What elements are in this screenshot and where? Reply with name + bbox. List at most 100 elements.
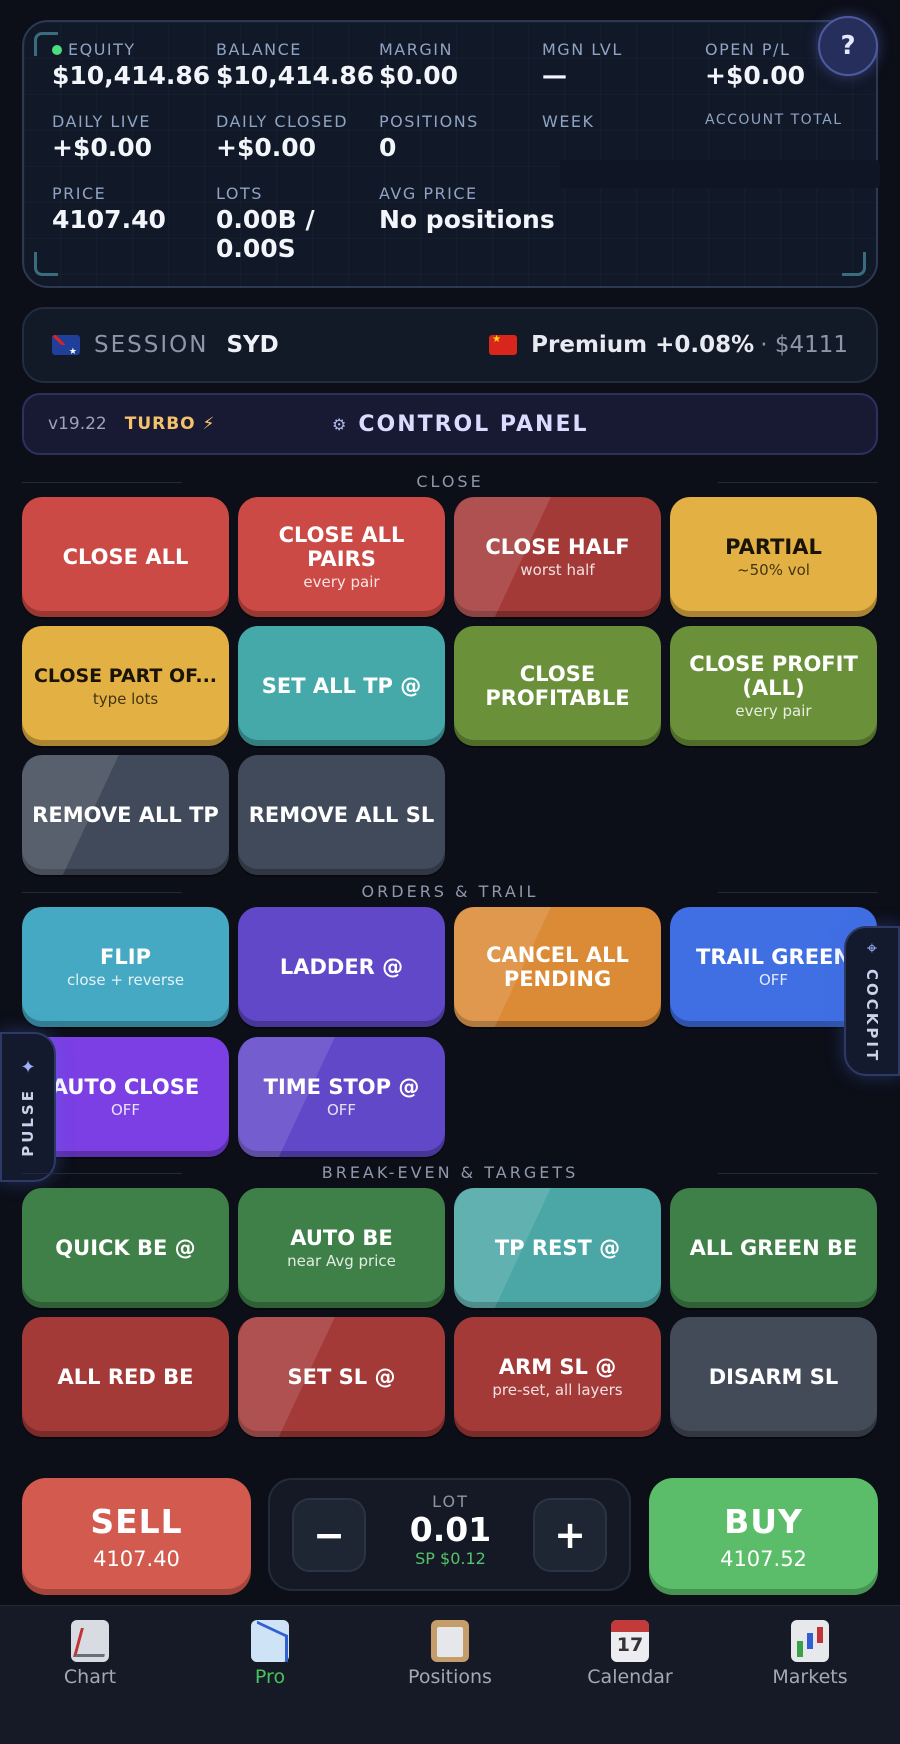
close-all-pairs-button[interactable]: CLOSE ALL PAIRS every pair [238, 497, 445, 617]
close-half-button[interactable]: CLOSE HALF worst half [454, 497, 661, 617]
stat-value: No positions [379, 205, 555, 234]
premium-indicator: Premium +0.08% · $4111 [489, 332, 848, 358]
control-panel-bar[interactable]: v19.22 TURBO ⚡ ⚙ CONTROL PANEL [22, 393, 878, 455]
card-corner [34, 252, 58, 276]
button-title: SET ALL TP @ [261, 674, 422, 698]
arm-sl-button[interactable]: ARM SL @ pre-set, all layers [454, 1317, 661, 1437]
close-all-button[interactable]: CLOSE ALL [22, 497, 229, 617]
set-sl-button[interactable]: SET SL @ [238, 1317, 445, 1437]
account-stats-card: EQUITY $10,414.86 BALANCE $10,414.86 MAR… [22, 20, 880, 288]
control-panel-label: CONTROL PANEL [358, 411, 589, 437]
button-title: AUTO BE [290, 1226, 393, 1250]
all-red-be-button[interactable]: ALL RED BE [22, 1317, 229, 1437]
stat-lots: LOTS 0.00B / 0.00S [216, 184, 315, 263]
lot-display[interactable]: LOT 0.01 SP $0.12 [380, 1492, 521, 1568]
nav-item-markets[interactable]: Markets [720, 1606, 900, 1744]
pulse-label: PULSE [19, 1088, 37, 1157]
bottom-navigation: Chart Pro Positions 17 Calendar Markets [0, 1605, 900, 1744]
close-profit-all-button[interactable]: CLOSE PROFIT (ALL) every pair [670, 626, 877, 746]
stat-open-pl: OPEN P/L +$0.00 [705, 40, 805, 90]
auto-be-button[interactable]: AUTO BE near Avg price [238, 1188, 445, 1308]
turbo-badge: TURBO ⚡ [124, 414, 216, 434]
calendar-icon: 17 [611, 1620, 649, 1662]
quick-be-button[interactable]: QUICK BE @ [22, 1188, 229, 1308]
chart-icon [71, 1620, 109, 1662]
button-title: CLOSE PROFITABLE [485, 662, 630, 710]
session-value: SYD [226, 332, 279, 358]
nav-item-chart[interactable]: Chart [0, 1606, 180, 1744]
redacted-values [560, 160, 880, 188]
pulse-tab[interactable]: ✦ PULSE [0, 1032, 56, 1182]
stat-week: WEEK [542, 112, 595, 133]
nav-item-calendar[interactable]: 17 Calendar [540, 1606, 720, 1744]
stat-account-total: ACCOUNT TOTAL [705, 112, 843, 130]
spread-value: SP $0.12 [415, 1549, 486, 1568]
cockpit-tab[interactable]: ⌖ COCKPIT [844, 926, 900, 1076]
button-subtitle: pre-set, all layers [492, 1381, 623, 1399]
decrease-lot-button[interactable]: − [292, 1498, 366, 1572]
button-title: SET SL @ [287, 1365, 396, 1389]
button-title: CLOSE ALL [62, 545, 189, 569]
stat-label: BALANCE [216, 40, 302, 59]
ladder-button[interactable]: LADDER @ [238, 907, 445, 1027]
gear-icon: ⚙ [332, 414, 349, 434]
button-title: PARTIAL [725, 535, 822, 559]
close-part-of-button[interactable]: CLOSE PART OF... type lots [22, 626, 229, 746]
button-subtitle: every pair [303, 573, 380, 591]
stat-balance: BALANCE $10,414.86 [216, 40, 374, 90]
stat-value: +$0.00 [52, 133, 153, 162]
button-title: CLOSE HALF [485, 535, 630, 559]
increase-lot-button[interactable]: + [533, 1498, 607, 1572]
button-title: CLOSE PART OF... [33, 665, 218, 687]
help-button[interactable]: ? [818, 16, 878, 76]
button-title: QUICK BE @ [55, 1236, 196, 1260]
buy-price: 4107.52 [720, 1547, 807, 1571]
nav-item-pro[interactable]: Pro [180, 1606, 360, 1744]
stat-value: — [542, 61, 567, 90]
stat-positions: POSITIONS 0 [379, 112, 479, 162]
sell-button[interactable]: SELL 4107.40 [22, 1478, 251, 1595]
crosshair-icon: ⌖ [866, 938, 878, 960]
session-bar: SESSION SYD Premium +0.08% · $4111 [22, 307, 878, 383]
stat-label: PRICE [52, 184, 107, 203]
partial-close-button[interactable]: PARTIAL ~50% vol [670, 497, 877, 617]
lot-value: 0.01 [409, 1510, 492, 1549]
china-flag-icon [489, 335, 518, 355]
stat-label: MGN LVL [542, 40, 623, 59]
stat-label: EQUITY [68, 40, 136, 59]
button-subtitle: every pair [735, 702, 812, 720]
time-stop-button[interactable]: TIME STOP @ OFF [238, 1037, 445, 1157]
button-title: REMOVE ALL SL [248, 803, 435, 827]
button-subtitle: close + reverse [66, 971, 185, 989]
remove-all-sl-button[interactable]: REMOVE ALL SL [238, 755, 445, 875]
buy-label: BUY [724, 1502, 803, 1541]
premium-price: · $4111 [760, 332, 848, 358]
stat-margin: MARGIN $0.00 [379, 40, 458, 90]
lot-size-stepper: − LOT 0.01 SP $0.12 + [268, 1478, 631, 1591]
button-title: ALL GREEN BE [689, 1236, 858, 1260]
set-all-tp-button[interactable]: SET ALL TP @ [238, 626, 445, 746]
close-profitable-button[interactable]: CLOSE PROFITABLE [454, 626, 661, 746]
section-title-breakeven: BREAK-EVEN & TARGETS [22, 1163, 878, 1182]
sparkle-icon: ✦ [20, 1057, 36, 1079]
button-title: ARM SL @ [498, 1355, 617, 1379]
flip-button[interactable]: FLIP close + reverse [22, 907, 229, 1027]
bar-chart-icon [791, 1620, 829, 1662]
stat-daily-live: DAILY LIVE +$0.00 [52, 112, 152, 162]
button-title: FLIP [100, 945, 151, 969]
cancel-all-pending-button[interactable]: CANCEL ALL PENDING [454, 907, 661, 1027]
lot-label: LOT [432, 1492, 469, 1511]
all-green-be-button[interactable]: ALL GREEN BE [670, 1188, 877, 1308]
remove-all-tp-button[interactable]: REMOVE ALL TP [22, 755, 229, 875]
nav-label: Calendar [587, 1666, 673, 1688]
buy-button[interactable]: BUY 4107.52 [649, 1478, 878, 1595]
stat-margin-level: MGN LVL — [542, 40, 623, 90]
stat-daily-closed: DAILY CLOSED +$0.00 [216, 112, 348, 162]
live-status-dot [52, 44, 62, 55]
tp-rest-button[interactable]: TP REST @ [454, 1188, 661, 1308]
button-title: CLOSE PROFIT (ALL) [689, 652, 858, 700]
section-title-orders: ORDERS & TRAIL [22, 882, 878, 901]
stat-value: 0.00B / 0.00S [216, 205, 315, 263]
disarm-sl-button[interactable]: DISARM SL [670, 1317, 877, 1437]
nav-item-positions[interactable]: Positions [360, 1606, 540, 1744]
